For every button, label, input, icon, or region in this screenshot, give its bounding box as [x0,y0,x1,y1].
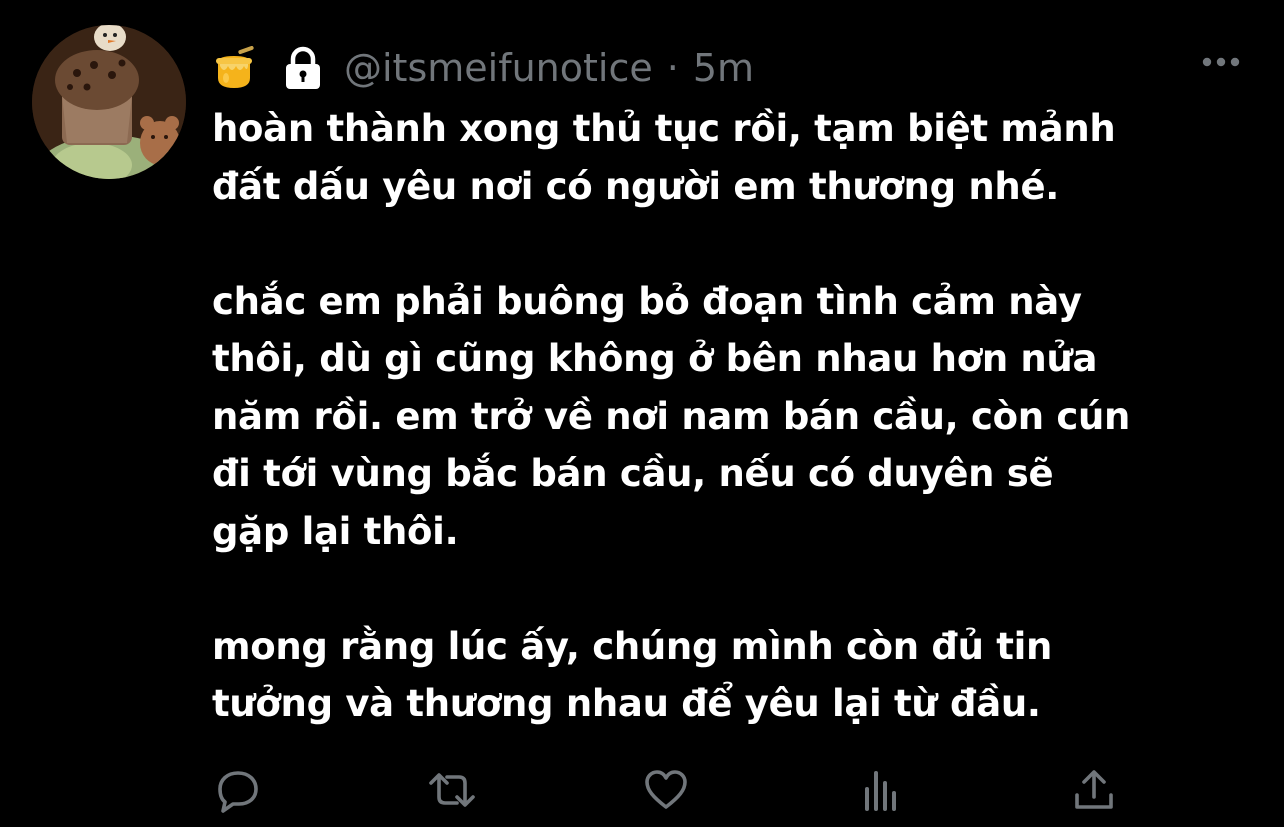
avatar-image [32,25,186,179]
user-handle[interactable]: @itsmeifunotice [344,40,653,96]
avatar[interactable] [32,25,186,179]
tweet-header: @itsmeifunotice · 5m [212,40,754,96]
views-icon [865,771,896,811]
separator-dot: · [666,46,679,90]
like-button[interactable] [640,764,692,816]
lock-icon [286,46,320,89]
more-options-icon[interactable] [1200,52,1242,72]
reply-button[interactable] [212,764,264,816]
tweet[interactable]: @itsmeifunotice · 5m hoàn thành xong thủ… [0,0,1284,827]
share-button[interactable] [1068,764,1120,816]
share-icon [1075,770,1113,809]
timestamp[interactable]: 5m [693,40,754,96]
views-button[interactable] [856,764,908,816]
heart-icon [645,770,687,809]
honey-pot-icon [216,46,254,88]
retweet-icon [429,773,475,807]
reply-icon [218,771,258,813]
tweet-text: hoàn thành xong thủ tục rồi, tạm biệt mả… [212,107,1131,725]
retweet-button[interactable] [426,764,478,816]
tweet-actions [212,764,1132,820]
